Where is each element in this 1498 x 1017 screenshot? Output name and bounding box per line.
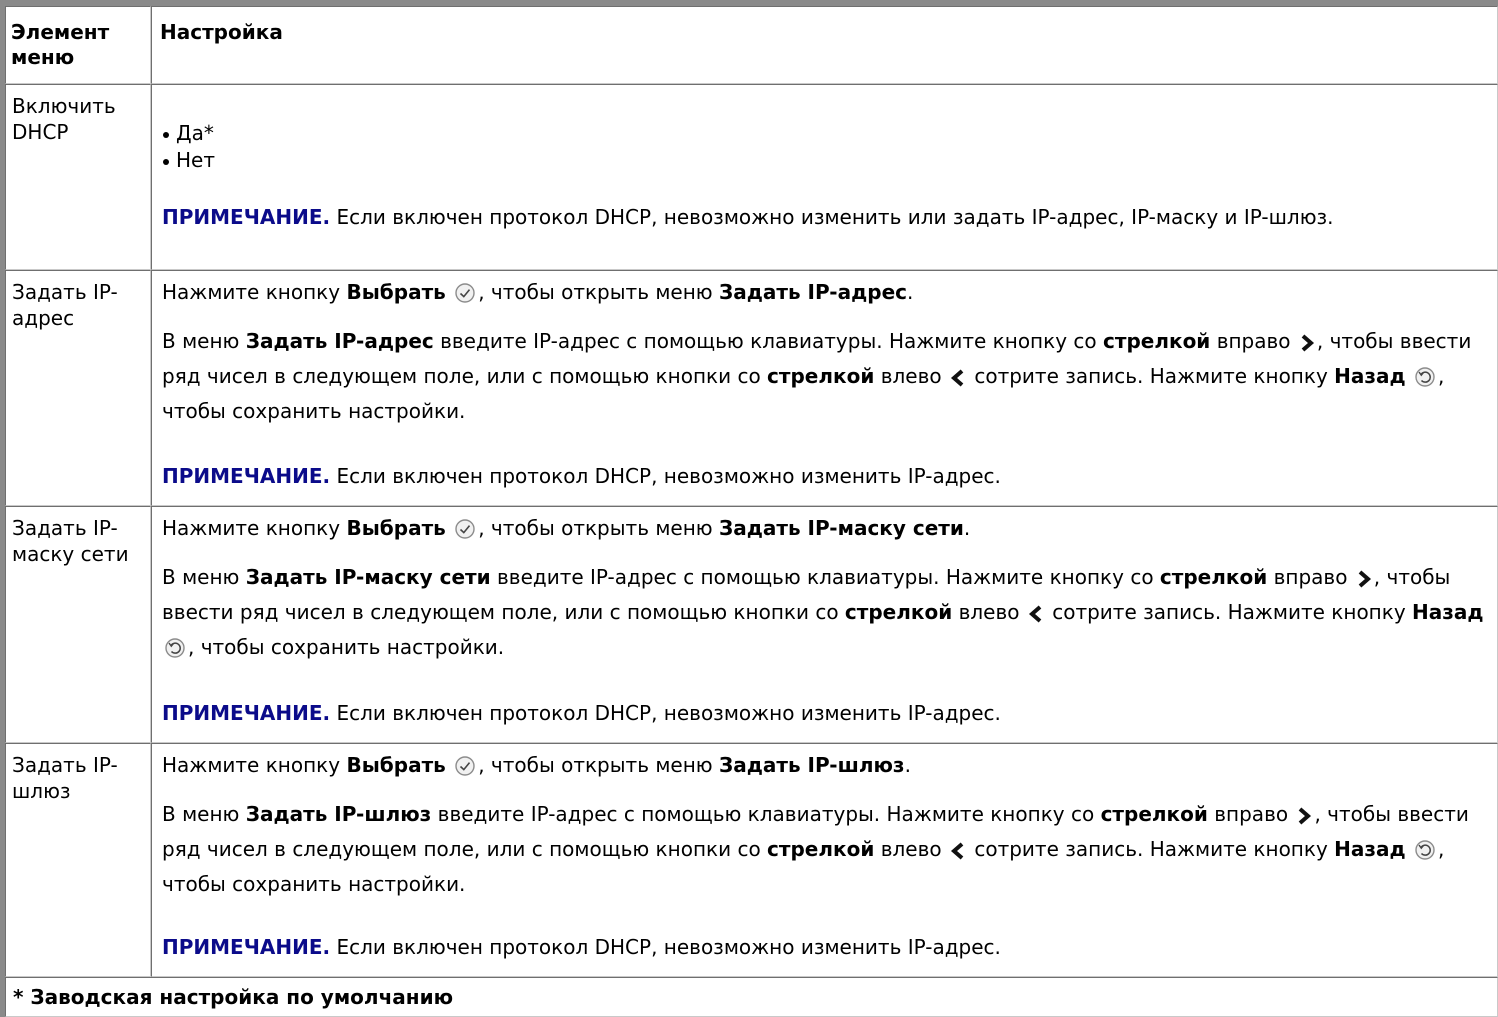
- row-item-cell: Задать IP-маску сети: [5, 506, 151, 743]
- menu-name: Задать IP-шлюз: [719, 753, 905, 777]
- back-button-icon: [1414, 839, 1436, 869]
- back-button-label: Назад: [1412, 600, 1484, 624]
- back-button-icon: [1414, 366, 1436, 396]
- right-arrow-icon: [1299, 331, 1315, 361]
- select-button-label: Выбрать: [346, 753, 446, 777]
- menu-item-label: Задать IP-адрес: [12, 280, 118, 330]
- note-dhcp: ПРИМЕЧАНИЕ. Если включен протокол DHCP, …: [162, 204, 1482, 231]
- select-button-label: Выбрать: [346, 516, 446, 540]
- header-cell-setting: Настройка: [151, 6, 1498, 84]
- menu-item-label: Задать IP-шлюз: [12, 753, 118, 803]
- note: ПРИМЕЧАНИЕ. Если включен протокол DHCP, …: [162, 934, 1001, 961]
- note-text: Если включен протокол DHCP, невозможно и…: [336, 205, 1334, 229]
- instruction-open-menu: Нажмите кнопку Выбрать , чтобы открыть м…: [162, 752, 911, 784]
- instruction-open-menu: Нажмите кнопку Выбрать , чтобы открыть м…: [162, 279, 913, 311]
- note-label: ПРИМЕЧАНИЕ.: [162, 464, 331, 488]
- row-setting-cell: Нажмите кнопку Выбрать , чтобы открыть м…: [151, 743, 1498, 977]
- instruction-enter-address: В меню Задать IP-адрес введите IP-адрес …: [162, 329, 1472, 423]
- note-label: ПРИМЕЧАНИЕ.: [162, 701, 331, 725]
- menu-name: Задать IP-маску сети: [719, 516, 964, 540]
- left-arrow-icon: [950, 839, 966, 869]
- row-setting-cell: Нажмите кнопку Выбрать , чтобы открыть м…: [151, 270, 1498, 506]
- instruction-enter-address: В меню Задать IP-шлюз введите IP-адрес с…: [162, 802, 1469, 896]
- menu-item-label: Задать IP-маску сети: [12, 516, 129, 566]
- note: ПРИМЕЧАНИЕ. Если включен протокол DHCP, …: [162, 700, 1001, 727]
- select-button-icon: [454, 282, 476, 311]
- note-text: Если включен протокол DHCP, невозможно и…: [336, 464, 1001, 488]
- back-button-label: Назад: [1334, 837, 1406, 861]
- note-label: ПРИМЕЧАНИЕ.: [162, 935, 331, 959]
- header-setting: Настройка: [160, 20, 283, 44]
- left-arrow-icon: [1028, 602, 1044, 632]
- option-yes: Да*: [159, 120, 215, 147]
- right-arrow-icon: [1296, 804, 1312, 834]
- row-item-cell: Задать IP-шлюз: [5, 743, 151, 977]
- note-text: Если включен протокол DHCP, невозможно и…: [336, 935, 1001, 959]
- instruction-open-menu: Нажмите кнопку Выбрать , чтобы открыть м…: [162, 515, 970, 547]
- select-button-icon: [454, 755, 476, 784]
- note-label: ПРИМЕЧАНИЕ.: [162, 205, 331, 229]
- option-no: Нет: [159, 147, 215, 174]
- note-text: Если включен протокол DHCP, невозможно и…: [336, 701, 1001, 725]
- menu-item-dhcp: Включить DHCP: [12, 94, 116, 144]
- footer-cell: * Заводская настройка по умолчанию: [5, 977, 1498, 1017]
- footer-note: * Заводская настройка по умолчанию: [13, 985, 454, 1009]
- right-arrow-icon: [1356, 567, 1372, 597]
- row-dhcp-item-cell: Включить DHCP: [5, 84, 151, 270]
- note: ПРИМЕЧАНИЕ. Если включен протокол DHCP, …: [162, 463, 1001, 490]
- left-arrow-icon: [950, 366, 966, 396]
- instruction-enter-address: В меню Задать IP-маску сети введите IP-а…: [162, 562, 1492, 667]
- dhcp-options-list: Да* Нет: [159, 120, 215, 174]
- back-button-icon: [164, 637, 186, 667]
- row-dhcp-setting-cell: Да* Нет ПРИМЕЧАНИЕ. Если включен протоко…: [151, 84, 1498, 270]
- row-item-cell: Задать IP-адрес: [5, 270, 151, 506]
- select-button-icon: [454, 518, 476, 547]
- row-setting-cell: Нажмите кнопку Выбрать , чтобы открыть м…: [151, 506, 1498, 743]
- menu-name: Задать IP-адрес: [719, 280, 907, 304]
- header-menu-item: Элемент меню: [11, 20, 110, 69]
- select-button-label: Выбрать: [346, 280, 446, 304]
- header-cell-menu-item: Элемент меню: [5, 6, 151, 84]
- back-button-label: Назад: [1334, 364, 1406, 388]
